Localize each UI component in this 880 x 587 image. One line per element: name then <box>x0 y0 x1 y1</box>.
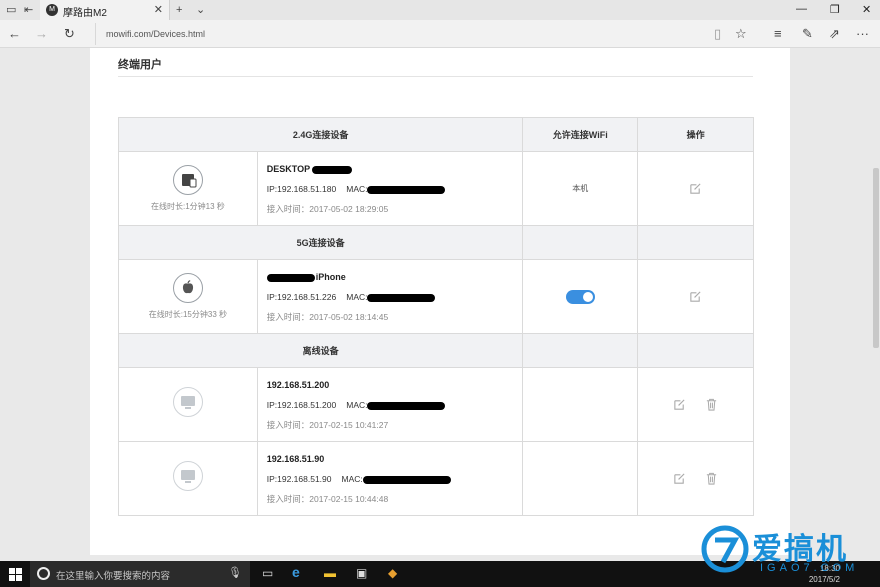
watermark-logo: 爱搞机 IGAO7.COM <box>700 522 870 582</box>
device-join-time: 接入时间：2017-05-02 18:14:45 <box>266 312 389 322</box>
page-scrollbar[interactable] <box>872 48 880 555</box>
forward-icon[interactable]: → <box>35 26 48 42</box>
title-divider <box>118 76 753 77</box>
tab-preview-icon[interactable]: ▭ <box>6 3 16 17</box>
device-ip-mac: IP:192.168.51.180 MAC: <box>267 184 523 194</box>
chevron-down-icon[interactable]: ⌄ <box>196 3 205 17</box>
app-icon[interactable]: ◆ <box>388 566 397 580</box>
device-join-time: 接入时间：2017-05-02 18:29:05 <box>266 204 389 214</box>
minimize-icon[interactable]: — <box>796 3 807 15</box>
online-duration: 在线时长:15分钟33 秒 <box>148 310 227 319</box>
watermark-badge-icon <box>701 525 749 573</box>
device-ip-mac: IP:192.168.51.226 MAC: <box>267 292 523 302</box>
hub-icon[interactable]: ≡ <box>774 26 782 42</box>
edit-icon[interactable] <box>673 472 686 485</box>
cortana-icon <box>37 567 50 580</box>
device-name: iPhone <box>266 272 523 283</box>
apple-icon <box>172 273 203 303</box>
trash-icon[interactable] <box>705 472 718 485</box>
device-name: DESKTOP <box>267 164 523 175</box>
microphone-icon[interactable]: 🎙 <box>228 566 242 579</box>
store-icon[interactable]: ▣ <box>356 566 367 580</box>
toggle-knob <box>582 291 593 302</box>
maximize-icon[interactable]: ❐ <box>830 3 840 16</box>
browser-tab[interactable]: M 摩路由M2 ✕ <box>40 0 170 20</box>
edge-icon[interactable]: e <box>292 564 300 580</box>
close-tab-icon[interactable]: ✕ <box>154 3 163 16</box>
device-join-time: 接入时间：2017-02-15 10:44:48 <box>266 494 389 504</box>
online-duration: 在线时长:1分钟13 秒 <box>150 202 225 211</box>
header-actions: 操作 <box>637 117 754 152</box>
header-24g: 2.4G连接设备 <box>117 117 524 152</box>
device-name: 192.168.51.200 <box>266 380 330 390</box>
device-name: 192.168.51.90 <box>266 454 325 464</box>
new-tab-icon[interactable]: + <box>176 3 182 17</box>
reading-view-icon[interactable]: ▯ <box>714 26 721 42</box>
taskbar-search-box[interactable]: 在这里输入你要搜索的内容 🎙 <box>30 561 250 587</box>
trash-icon[interactable] <box>705 398 718 411</box>
devices-card: 终端用户 2.4G连接设备 允许连接WiFi 操作 在线时长:1分钟13 秒 D… <box>90 48 790 555</box>
tab-title: 摩路由M2 <box>63 8 107 19</box>
table-header-5g: 5G连接设备 <box>117 225 754 260</box>
device-ip-mac: IP:192.168.51.90 MAC: <box>267 474 523 484</box>
refresh-icon[interactable]: ↻ <box>64 26 75 42</box>
device-join-time: 接入时间：2017-02-15 10:41:27 <box>266 420 389 430</box>
windows-start-icon[interactable] <box>9 568 22 581</box>
share-icon[interactable]: ⇗ <box>829 26 840 42</box>
edit-icon[interactable] <box>689 290 702 303</box>
back-icon[interactable]: ← <box>8 26 21 42</box>
close-window-icon[interactable]: ✕ <box>862 3 871 16</box>
navigation-bar: ← → ↻ mowifi.com/Devices.html ▯ ☆ ≡ ✎ ⇗ … <box>0 20 880 48</box>
web-note-icon[interactable]: ✎ <box>802 26 813 42</box>
monitor-icon <box>172 460 203 491</box>
table-header-24g: 2.4G连接设备 允许连接WiFi 操作 <box>117 117 754 152</box>
favorite-star-icon[interactable]: ☆ <box>735 26 747 42</box>
header-allow-wifi: 允许连接WiFi <box>522 117 639 152</box>
page-title: 终端用户 <box>118 59 162 71</box>
watermark-site: IGAO7.COM <box>760 562 859 574</box>
device-icon <box>172 165 203 195</box>
table-row: 192.168.51.90 IP:192.168.51.90 MAC: 接入时间：… <box>118 441 754 516</box>
wifi-status-text: 本机 <box>522 151 639 226</box>
table-row: 192.168.51.200 IP:192.168.51.200 MAC: 接入时… <box>118 367 754 442</box>
file-explorer-icon[interactable]: ▬ <box>324 566 336 580</box>
allow-wifi-toggle[interactable] <box>565 289 595 304</box>
monitor-icon <box>172 386 203 417</box>
table-row: 在线时长:15分钟33 秒 iPhone IP:192.168.51.226 MA… <box>118 259 754 334</box>
moto-logo-icon: M <box>46 4 58 16</box>
page-content: 终端用户 2.4G连接设备 允许连接WiFi 操作 在线时长:1分钟13 秒 D… <box>0 48 880 555</box>
search-placeholder: 在这里输入你要搜索的内容 <box>56 571 171 582</box>
devices-table: 2.4G连接设备 允许连接WiFi 操作 在线时长:1分钟13 秒 DESKTO… <box>117 117 754 516</box>
header-offline: 离线设备 <box>117 333 524 368</box>
scrollbar-thumb[interactable] <box>873 168 879 348</box>
tab-bar: ▭ ⇤ M 摩路由M2 ✕ + ⌄ — ❐ ✕ <box>0 0 880 20</box>
edit-icon[interactable] <box>689 182 702 195</box>
edit-icon[interactable] <box>673 398 686 411</box>
header-5g: 5G连接设备 <box>117 225 524 260</box>
more-icon[interactable]: ··· <box>856 26 869 42</box>
address-bar[interactable]: mowifi.com/Devices.html <box>95 23 695 45</box>
tab-aside-icon[interactable]: ⇤ <box>24 3 33 17</box>
task-view-icon[interactable]: ▭ <box>262 566 273 580</box>
table-row: 在线时长:1分钟13 秒 DESKTOP IP:192.168.51.180 MA… <box>118 151 754 226</box>
device-ip-mac: IP:192.168.51.200 MAC: <box>267 400 523 410</box>
table-header-offline: 离线设备 <box>117 333 754 368</box>
